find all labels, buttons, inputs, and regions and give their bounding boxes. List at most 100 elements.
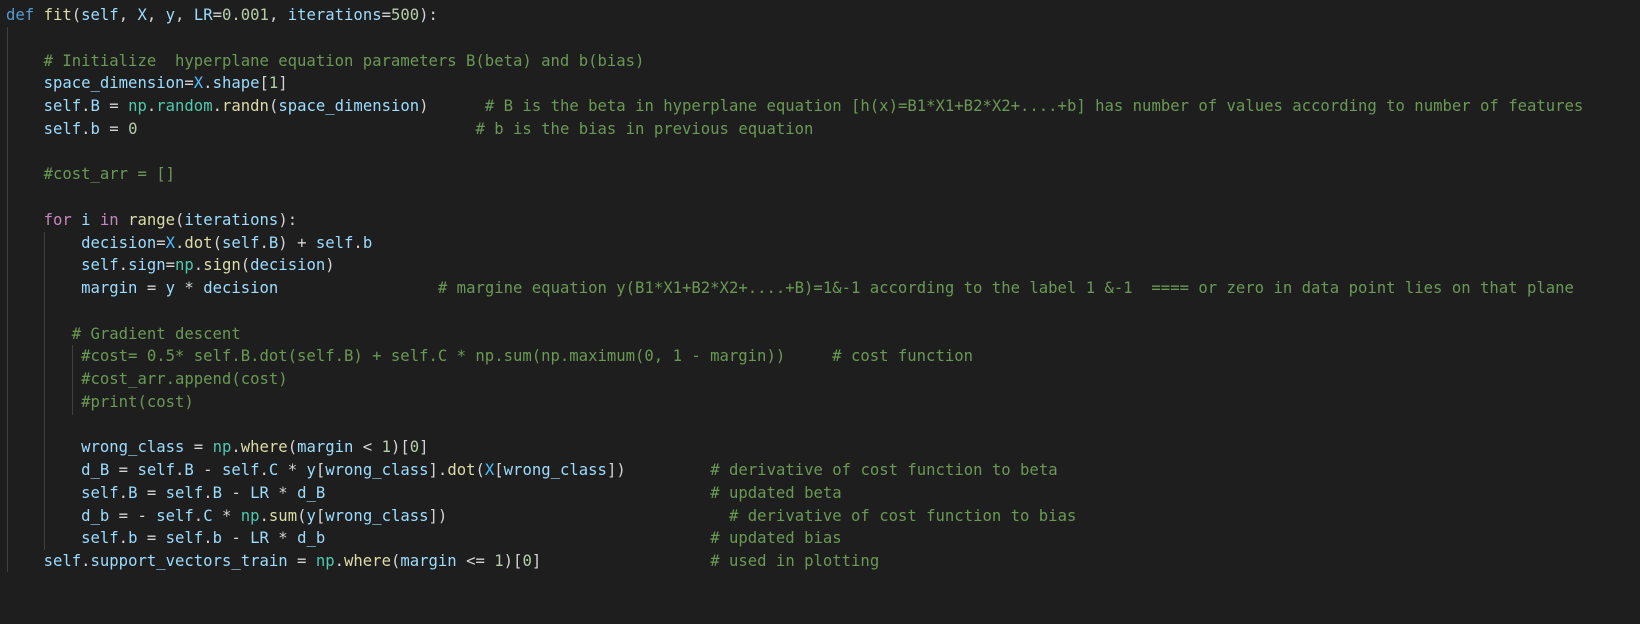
code-token: space_dimension [43, 74, 185, 93]
code-token: . [81, 119, 91, 138]
code-token: )[ [390, 438, 410, 457]
code-line[interactable]: space_dimension=X.shape[1] [6, 72, 288, 96]
code-token: 1 [381, 438, 391, 457]
code-token: range [128, 210, 176, 229]
code-token: . [175, 233, 185, 252]
code-token: dot [447, 461, 476, 479]
code-token: np [315, 552, 335, 570]
code-line[interactable]: # Initialize hyperplane equation paramet… [6, 50, 645, 74]
code-token: margin [400, 552, 457, 570]
code-token: # derivative of cost function to bias [728, 506, 1077, 525]
code-line[interactable]: self.b = 0 # b is the bias in previous e… [6, 118, 814, 142]
code-token: b [212, 529, 222, 548]
code-line[interactable]: decision=X.dot(self.B) + self.b [6, 232, 372, 256]
code-token: d_B [81, 461, 110, 479]
code-line[interactable]: #cost_arr = [] [6, 163, 175, 187]
code-token: self [81, 256, 119, 275]
code-line[interactable]: self.support_vectors_train = np.where(ma… [6, 550, 880, 574]
code-line[interactable]: self.B = np.random.randn(space_dimension… [6, 95, 1584, 119]
code-token: self [165, 529, 204, 548]
code-token: , [175, 6, 194, 24]
code-token: self [81, 529, 119, 548]
code-token: randn [221, 97, 269, 115]
code-line[interactable]: d_B = self.B - self.C * y[wrong_class].d… [6, 459, 1058, 483]
code-token: B [268, 233, 279, 252]
code-token: )[ [503, 552, 523, 570]
code-token: = [99, 97, 129, 115]
code-token: y [165, 279, 176, 297]
code-token: #cost_arr.append(cost) [81, 370, 288, 388]
code-token: ]. [428, 461, 448, 479]
code-line[interactable]: for i in range(iterations): [6, 209, 298, 233]
code-line[interactable]: # Gradient descent [6, 323, 241, 347]
code-token: X [193, 74, 204, 93]
code-line[interactable]: self.sign=np.sign(decision) [6, 254, 335, 278]
code-token: , [268, 6, 288, 24]
code-token: = - [109, 506, 157, 525]
code-token: self [221, 233, 260, 252]
code-line[interactable]: #cost= 0.5* self.B.dot(self.B) + self.C … [6, 345, 973, 369]
code-token: np [128, 97, 147, 115]
code-line[interactable]: d_b = - self.C * np.sum(y[wrong_class]) … [6, 505, 1076, 529]
code-token: margin [81, 279, 138, 297]
code-token: wrong_class [503, 461, 607, 479]
code-token: , [146, 6, 166, 24]
code-token: * [278, 461, 307, 479]
code-line[interactable]: #cost_arr.append(cost) [6, 368, 288, 392]
code-token: - [221, 483, 251, 502]
code-line[interactable]: #print(cost) [6, 391, 194, 415]
code-token: . [212, 97, 222, 115]
code-token: i [81, 210, 91, 229]
code-token: ( [212, 233, 222, 252]
code-token: ] [419, 438, 429, 457]
code-token: b [362, 233, 373, 252]
code-token: d_b [297, 529, 326, 548]
code-token: #cost_arr = [] [43, 165, 175, 184]
code-token: LR [250, 483, 269, 502]
code-token: = [109, 461, 138, 479]
code-token: d_b [81, 506, 110, 525]
code-token: #cost= 0.5* self.B.dot(self.B) + self.C … [81, 347, 973, 366]
code-line[interactable]: def fit(self, X, y, LR=0.001, iterations… [6, 4, 438, 28]
code-token: # Initialize hyperplane equation paramet… [43, 51, 645, 70]
code-token: * [175, 279, 204, 297]
code-token: y [165, 6, 176, 24]
code-line[interactable]: margin = y * decision # margine equation… [6, 277, 1574, 301]
code-token: C [268, 461, 279, 479]
code-token: 1 [268, 74, 279, 93]
code-token: decision [250, 256, 326, 275]
code-token: ( [240, 256, 251, 275]
code-line[interactable]: self.B = self.B - LR * d_B # updated bet… [6, 482, 842, 506]
code-token: ( [287, 438, 298, 457]
code-token: iterations [287, 6, 382, 24]
code-token: - [193, 461, 222, 479]
code-token: = [137, 483, 166, 502]
code-token: np [212, 438, 232, 457]
code-token: decision [203, 279, 279, 297]
code-token: wrong_class [81, 438, 185, 457]
code-token: . [193, 506, 204, 525]
code-token: ( [475, 461, 485, 479]
code-token: - [221, 529, 251, 548]
code-token: 0 [409, 438, 420, 457]
code-editor[interactable]: def fit(self, X, y, LR=0.001, iterations… [0, 0, 1640, 624]
code-line[interactable]: wrong_class = np.where(margin < 1)[0] [6, 436, 429, 460]
code-token: for [43, 210, 72, 229]
code-line[interactable]: self.b = self.b - LR * d_b # updated bia… [6, 527, 842, 551]
code-token: y [306, 506, 316, 525]
code-token: self [43, 97, 82, 115]
code-token: np [175, 256, 194, 275]
code-token: [ [315, 461, 326, 479]
code-token: = [184, 438, 213, 457]
